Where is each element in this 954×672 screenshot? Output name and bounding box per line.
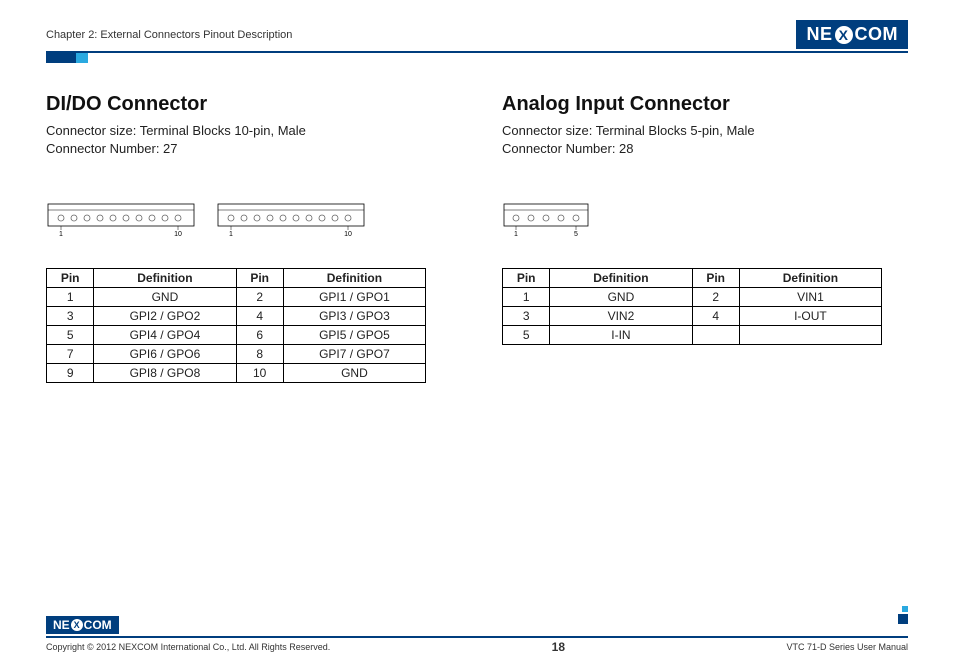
definition-cell: GPI7 / GPO7 (283, 345, 425, 364)
page-header: Chapter 2: External Connectors Pinout De… (46, 20, 908, 53)
left-number: Connector Number: 27 (46, 140, 452, 158)
footer-logo: NE X COM (46, 616, 119, 634)
nexcom-logo: NE X COM (796, 20, 908, 49)
footer-decoration (898, 606, 908, 624)
pin-cell: 4 (692, 307, 739, 326)
connector-10pin-b: 1 10 (216, 198, 366, 238)
logo-x-icon: X (835, 26, 853, 44)
logo-left: NE (806, 24, 832, 45)
footer-manual: VTC 71-D Series User Manual (786, 642, 908, 652)
definition-cell: GPI3 / GPO3 (283, 307, 425, 326)
pin-end-label: 10 (174, 231, 182, 238)
right-column: Analog Input Connector Connector size: T… (502, 93, 908, 383)
th-def: Definition (739, 269, 881, 288)
right-title: Analog Input Connector (502, 93, 908, 116)
definition-cell: VIN2 (550, 307, 692, 326)
pin-cell: 7 (47, 345, 94, 364)
pin-cell: 5 (47, 326, 94, 345)
pin-cell: 1 (503, 288, 550, 307)
definition-cell: GPI8 / GPO8 (94, 364, 236, 383)
pin-cell: 1 (47, 288, 94, 307)
table-row: 9GPI8 / GPO810GND (47, 364, 426, 383)
left-column: DI/DO Connector Connector size: Terminal… (46, 93, 452, 383)
definition-cell: GPI2 / GPO2 (94, 307, 236, 326)
th-def: Definition (283, 269, 425, 288)
pin-cell: 5 (503, 326, 550, 345)
pin-cell: 3 (503, 307, 550, 326)
table-header-row: Pin Definition Pin Definition (503, 269, 882, 288)
page-number: 18 (552, 640, 565, 654)
definition-cell: GPI6 / GPO6 (94, 345, 236, 364)
pin-cell (692, 326, 739, 345)
table-row: 5GPI4 / GPO46GPI5 / GPO5 (47, 326, 426, 345)
pin-cell: 6 (236, 326, 283, 345)
header-accent (46, 53, 908, 63)
table-row: 1GND2GPI1 / GPO1 (47, 288, 426, 307)
left-title: DI/DO Connector (46, 93, 452, 116)
table-header-row: Pin Definition Pin Definition (47, 269, 426, 288)
chapter-title: Chapter 2: External Connectors Pinout De… (46, 29, 292, 41)
definition-cell: I-IN (550, 326, 692, 345)
left-diagram-row: 1 10 (46, 198, 452, 238)
footer-copyright: Copyright © 2012 NEXCOM International Co… (46, 642, 330, 652)
th-def: Definition (94, 269, 236, 288)
right-number: Connector Number: 28 (502, 140, 908, 158)
page-footer: NE X COM Copyright © 2012 NEXCOM Interna… (46, 616, 908, 654)
definition-cell: GND (550, 288, 692, 307)
pin-cell: 2 (236, 288, 283, 307)
definition-cell (739, 326, 881, 345)
right-pinout-table: Pin Definition Pin Definition 1GND2VIN13… (502, 268, 882, 345)
right-table-body: 1GND2VIN13VIN24I-OUT5I-IN (503, 288, 882, 345)
definition-cell: GPI4 / GPO4 (94, 326, 236, 345)
right-diagram-row: 1 5 (502, 198, 908, 238)
th-def: Definition (550, 269, 692, 288)
pin-start-label: 1 (229, 231, 233, 238)
pin-end-label: 10 (344, 231, 352, 238)
pin-cell: 2 (692, 288, 739, 307)
pin-start-label: 1 (514, 231, 518, 238)
definition-cell: GPI5 / GPO5 (283, 326, 425, 345)
pin-end-label: 5 (574, 231, 578, 238)
definition-cell: GND (283, 364, 425, 383)
right-size: Connector size: Terminal Blocks 5-pin, M… (502, 122, 908, 140)
table-row: 3GPI2 / GPO24GPI3 / GPO3 (47, 307, 426, 326)
connector-5pin: 1 5 (502, 198, 592, 238)
left-table-body: 1GND2GPI1 / GPO13GPI2 / GPO24GPI3 / GPO3… (47, 288, 426, 383)
connector-10pin-a: 1 10 (46, 198, 196, 238)
th-pin: Pin (236, 269, 283, 288)
th-pin: Pin (692, 269, 739, 288)
table-row: 3VIN24I-OUT (503, 307, 882, 326)
pin-start-label: 1 (59, 231, 63, 238)
left-pinout-table: Pin Definition Pin Definition 1GND2GPI1 … (46, 268, 426, 383)
table-row: 7GPI6 / GPO68GPI7 / GPO7 (47, 345, 426, 364)
definition-cell: I-OUT (739, 307, 881, 326)
pin-cell: 4 (236, 307, 283, 326)
left-size: Connector size: Terminal Blocks 10-pin, … (46, 122, 452, 140)
logo-x-icon: X (71, 619, 83, 631)
logo-right: COM (855, 24, 899, 45)
definition-cell: GND (94, 288, 236, 307)
pin-cell: 9 (47, 364, 94, 383)
definition-cell: VIN1 (739, 288, 881, 307)
pin-cell: 3 (47, 307, 94, 326)
pin-cell: 8 (236, 345, 283, 364)
th-pin: Pin (503, 269, 550, 288)
table-row: 1GND2VIN1 (503, 288, 882, 307)
th-pin: Pin (47, 269, 94, 288)
table-row: 5I-IN (503, 326, 882, 345)
pin-cell: 10 (236, 364, 283, 383)
definition-cell: GPI1 / GPO1 (283, 288, 425, 307)
